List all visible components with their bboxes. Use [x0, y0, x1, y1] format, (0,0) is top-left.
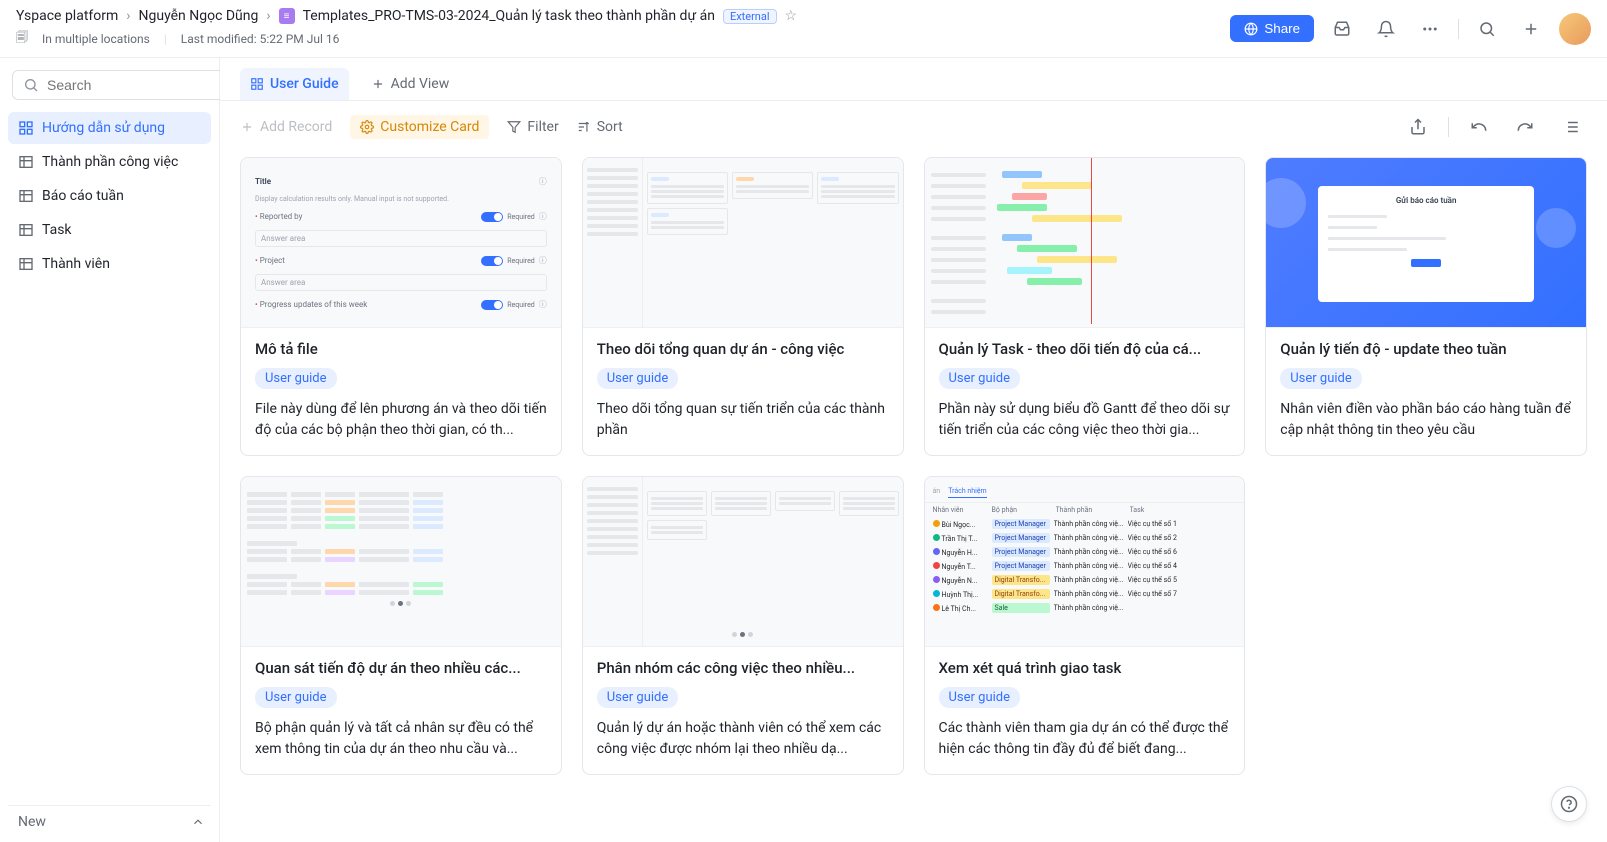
- card-grid: Titleⓘ Display calculation results only.…: [220, 153, 1607, 815]
- table-icon: [18, 188, 34, 204]
- search-icon[interactable]: [1471, 13, 1503, 45]
- bell-icon[interactable]: [1370, 13, 1402, 45]
- card[interactable]: Quản lý Task - theo dõi tiến độ của cá..…: [924, 157, 1246, 456]
- plus-icon[interactable]: [1515, 13, 1547, 45]
- grid-icon: [18, 120, 34, 136]
- card-desc: File này dùng để lên phương án và theo d…: [255, 399, 547, 441]
- card-tag: User guide: [255, 368, 337, 389]
- sidebar-item-task[interactable]: Task: [8, 214, 211, 246]
- sidebar-item-components[interactable]: Thành phần công việc: [8, 146, 211, 178]
- card-desc: Theo dõi tổng quan sự tiến triển của các…: [597, 399, 889, 441]
- chevron-up-icon[interactable]: [191, 815, 205, 829]
- card-thumbnail: Titleⓘ Display calculation results only.…: [241, 158, 561, 328]
- sidebar-item-weekly-report[interactable]: Báo cáo tuần: [8, 180, 211, 212]
- locations-icon: 🗐: [16, 28, 28, 49]
- sidebar-item-label: Thành viên: [42, 256, 110, 272]
- help-button[interactable]: [1551, 786, 1587, 822]
- sidebar-item-label: Thành phần công việc: [42, 154, 178, 170]
- card-desc: Quản lý dự án hoặc thành viên có thể xem…: [597, 718, 889, 760]
- sidebar-item-label: Hướng dẫn sử dụng: [42, 120, 165, 136]
- card-thumbnail: [583, 158, 903, 328]
- help-icon: [1560, 795, 1578, 813]
- sidebar-item-user-guide[interactable]: Hướng dẫn sử dụng: [8, 112, 211, 144]
- card-desc: Phần này sử dụng biểu đồ Gantt để theo d…: [939, 399, 1231, 441]
- card-title: Quan sát tiến độ dự án theo nhiều các...: [255, 659, 547, 677]
- plus-icon: [371, 77, 385, 91]
- locations-text[interactable]: In multiple locations: [42, 32, 150, 46]
- card[interactable]: Titleⓘ Display calculation results only.…: [240, 157, 562, 456]
- document-icon: ≡: [279, 8, 295, 24]
- last-modified: Last modified: 5:22 PM Jul 16: [181, 32, 340, 46]
- breadcrumb: Yspace platform › Nguyễn Ngọc Dũng › ≡ T…: [16, 8, 797, 24]
- search-icon: [23, 77, 39, 93]
- customize-card-button[interactable]: Customize Card: [350, 115, 489, 139]
- sidebar-item-members[interactable]: Thành viên: [8, 248, 211, 280]
- inbox-icon[interactable]: [1326, 13, 1358, 45]
- view-tabs: User Guide Add View: [220, 58, 1607, 101]
- add-record-button[interactable]: Add Record: [240, 119, 332, 135]
- new-button-label[interactable]: New: [18, 814, 46, 830]
- gallery-icon: [250, 77, 264, 91]
- share-button[interactable]: Share: [1230, 15, 1314, 42]
- card-thumbnail: Gửi báo cáo tuần: [1266, 158, 1586, 328]
- sidebar-item-label: Task: [42, 222, 72, 238]
- filter-button[interactable]: Filter: [507, 119, 558, 135]
- avatar[interactable]: [1559, 13, 1591, 45]
- card[interactable]: Phân nhóm các công việc theo nhiều... Us…: [582, 476, 904, 775]
- star-icon[interactable]: ☆: [785, 8, 798, 24]
- sidebar: Hướng dẫn sử dụng Thành phần công việc B…: [0, 58, 220, 842]
- card[interactable]: Quan sát tiến độ dự án theo nhiều các...…: [240, 476, 562, 775]
- card-title: Theo dõi tổng quan dự án - công việc: [597, 340, 889, 358]
- plus-icon: [240, 120, 254, 134]
- card-thumbnail: [583, 477, 903, 647]
- undo-icon[interactable]: [1463, 111, 1495, 143]
- search-input[interactable]: [12, 70, 239, 100]
- chevron-right-icon: ›: [126, 8, 130, 24]
- table-icon: [18, 222, 34, 238]
- list-settings-icon[interactable]: [1555, 111, 1587, 143]
- chevron-right-icon: ›: [266, 8, 270, 24]
- card-thumbnail: [925, 158, 1245, 328]
- card-desc: Bộ phận quản lý và tất cả nhân sự đều có…: [255, 718, 547, 760]
- card-title: Mô tả file: [255, 340, 547, 358]
- redo-icon[interactable]: [1509, 111, 1541, 143]
- card-tag: User guide: [597, 368, 679, 389]
- card[interactable]: Gửi báo cáo tuần Quản lý tiến độ - updat…: [1265, 157, 1587, 456]
- table-icon: [18, 256, 34, 272]
- card-title: Quản lý tiến độ - update theo tuần: [1280, 340, 1572, 358]
- share-link-icon[interactable]: [1402, 111, 1434, 143]
- breadcrumb-item[interactable]: Templates_PRO-TMS-03-2024_Quản lý task t…: [303, 8, 715, 24]
- globe-icon: [1244, 22, 1258, 36]
- gear-icon: [360, 120, 374, 134]
- more-icon[interactable]: [1414, 13, 1446, 45]
- sort-button[interactable]: Sort: [577, 119, 623, 135]
- sort-icon: [577, 120, 591, 134]
- breadcrumb-item[interactable]: Nguyễn Ngọc Dũng: [139, 8, 259, 24]
- external-badge: External: [723, 9, 777, 24]
- card[interactable]: ánTrách nhiệm Nhân viênBộ phậnThành phần…: [924, 476, 1246, 775]
- card-title: Xem xét quá trình giao task: [939, 659, 1231, 677]
- card-tag: User guide: [597, 687, 679, 708]
- card-desc: Nhân viên điền vào phần báo cáo hàng tuầ…: [1280, 399, 1572, 441]
- add-view-button[interactable]: Add View: [361, 68, 460, 100]
- card-thumbnail: ánTrách nhiệm Nhân viênBộ phậnThành phần…: [925, 477, 1245, 647]
- card-tag: User guide: [1280, 368, 1362, 389]
- card-tag: User guide: [939, 368, 1021, 389]
- card-tag: User guide: [255, 687, 337, 708]
- card-tag: User guide: [939, 687, 1021, 708]
- card-title: Quản lý Task - theo dõi tiến độ của cá..…: [939, 340, 1231, 358]
- breadcrumb-item[interactable]: Yspace platform: [16, 8, 118, 24]
- table-icon: [18, 154, 34, 170]
- filter-icon: [507, 120, 521, 134]
- card-thumbnail: [241, 477, 561, 647]
- card-desc: Các thành viên tham gia dự án có thể đượ…: [939, 718, 1231, 760]
- tab-user-guide[interactable]: User Guide: [240, 68, 349, 100]
- sidebar-item-label: Báo cáo tuần: [42, 188, 124, 204]
- card[interactable]: Theo dõi tổng quan dự án - công việc Use…: [582, 157, 904, 456]
- card-title: Phân nhóm các công việc theo nhiều...: [597, 659, 889, 677]
